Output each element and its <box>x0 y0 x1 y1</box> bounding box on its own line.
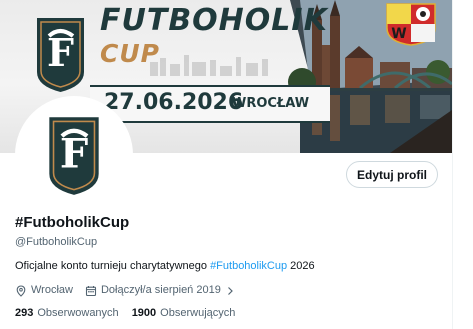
followers-label: Obserwujących <box>160 307 236 319</box>
profile-handle: @FutboholikCup <box>15 236 98 248</box>
svg-text:F: F <box>60 132 88 178</box>
banner-title: FUTBOHOLIK <box>100 3 328 38</box>
banner-date: 27.06.2026 <box>104 90 244 115</box>
following-label: Obserwowanych <box>37 307 119 319</box>
chevron-right-icon[interactable] <box>224 285 236 297</box>
location-text: Wrocław <box>31 284 73 296</box>
following-count: 293 <box>15 307 34 319</box>
edit-profile-button[interactable]: Edytuj profil <box>346 161 438 188</box>
profile-stats: 293 Obserwowanych 1900 Obserwujących <box>15 307 248 320</box>
following-link[interactable]: 293 Obserwowanych <box>15 307 119 320</box>
profile-header: F FUTBOHOLIK CUP 27.06.2026 WROCŁAW W F … <box>0 0 473 329</box>
banner-logo-icon: F <box>37 18 84 92</box>
profile-location: Wrocław <box>15 284 73 297</box>
banner-subtitle: CUP <box>100 39 160 68</box>
profile-meta: Wrocław Dołączył/a sierpień 2019 <box>15 284 248 297</box>
bio-text-before: Oficjalne konto turnieju charytatywnego <box>15 260 211 272</box>
profile-bio: Oficjalne konto turnieju charytatywnego … <box>15 260 315 273</box>
calendar-icon <box>85 285 97 297</box>
followers-link[interactable]: 1900 Obserwujących <box>132 307 236 320</box>
followers-count: 1900 <box>131 307 157 319</box>
scrollbar-gutter <box>452 0 473 329</box>
bio-text-after: 2026 <box>287 260 315 272</box>
joined-text: Dołączył/a sierpień 2019 <box>100 284 221 296</box>
profile-display-name: #FutboholikCup <box>15 214 130 231</box>
city-crest-icon: W <box>386 3 436 46</box>
location-pin-icon <box>15 284 27 297</box>
banner-city: WROCŁAW <box>232 96 310 111</box>
bio-hashtag-link[interactable]: #FutboholikCup <box>210 260 287 272</box>
profile-joined: Dołączył/a sierpień 2019 <box>85 284 236 297</box>
svg-text:W: W <box>391 26 406 42</box>
profile-avatar[interactable]: F <box>15 96 133 214</box>
avatar-logo-icon: F <box>49 117 99 195</box>
